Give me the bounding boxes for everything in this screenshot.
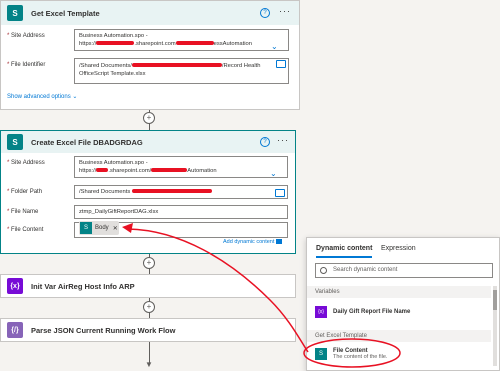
annotation-circle: [303, 338, 401, 368]
annotation-arrowhead: [122, 223, 133, 233]
annotation-arrow: [127, 228, 309, 353]
annotation-overlay: [122, 223, 401, 368]
